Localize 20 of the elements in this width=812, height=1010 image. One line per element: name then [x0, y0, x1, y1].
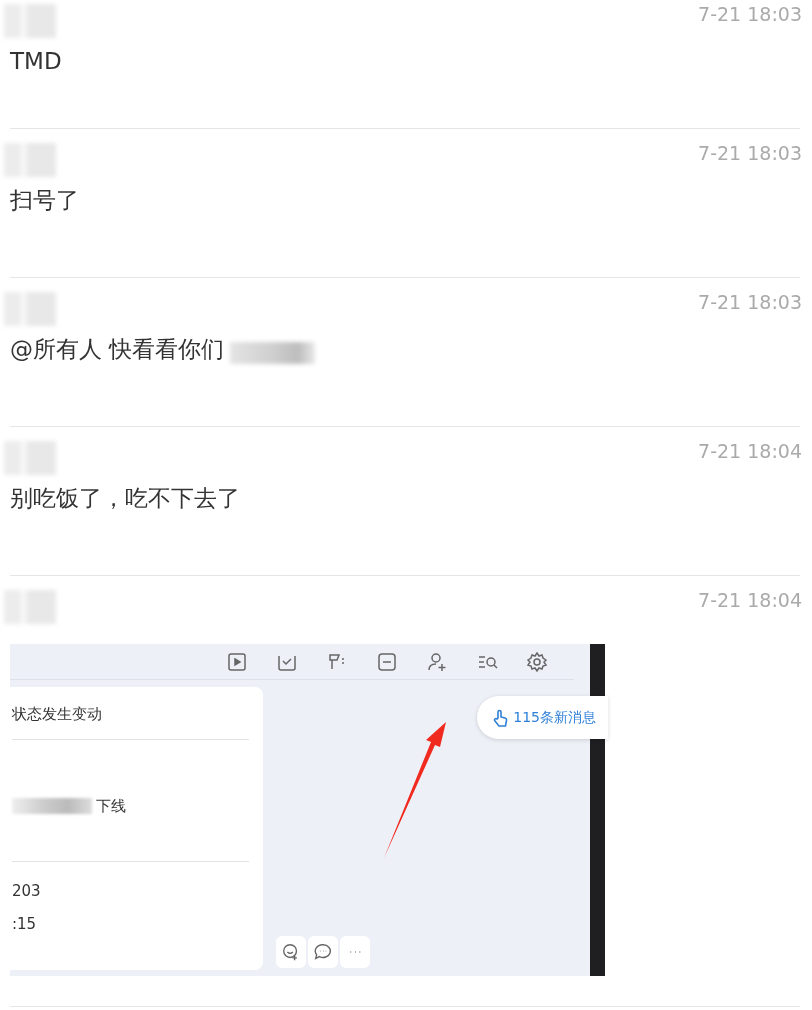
video-icon[interactable]	[226, 650, 248, 673]
message-text: @所有人 快看看你们	[10, 335, 225, 364]
card-title: 状态发生变动	[12, 704, 103, 725]
message-text: 别吃饭了，吃不下去了	[10, 484, 240, 513]
message-time: 7-21 18:04	[698, 588, 802, 613]
note-icon[interactable]	[376, 650, 398, 673]
message-text: 扫号了	[10, 186, 79, 215]
card-text: 203	[12, 881, 42, 902]
pointer-hand-icon	[493, 708, 510, 727]
add-user-icon[interactable]	[426, 650, 448, 673]
message-time: 7-21 18:03	[698, 2, 802, 27]
message-time: 7-21 18:03	[698, 290, 802, 315]
message-text: TMD	[10, 47, 62, 76]
new-messages-button[interactable]: 115条新消息	[477, 696, 608, 739]
message-time: 7-21 18:03	[698, 141, 802, 166]
card-text: 下线	[96, 795, 126, 817]
comment-icon[interactable]	[313, 942, 333, 962]
message-time: 7-21 18:04	[698, 439, 802, 464]
card-text: :15	[12, 914, 38, 935]
settings-icon[interactable]	[526, 650, 548, 673]
